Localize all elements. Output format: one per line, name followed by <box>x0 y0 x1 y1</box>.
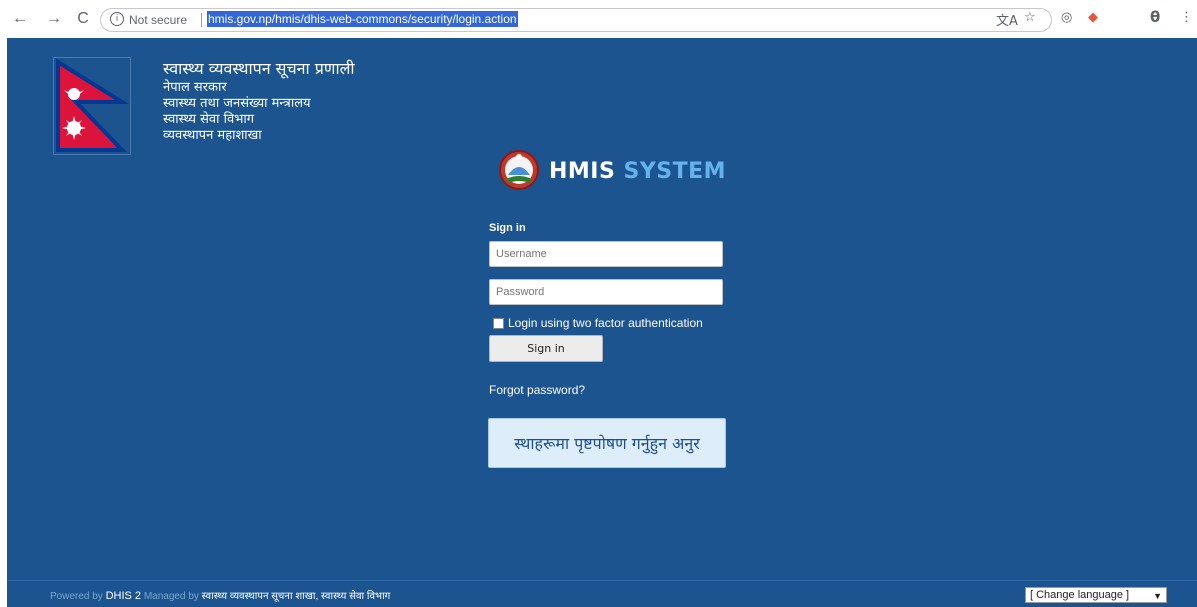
address-separator <box>201 13 202 27</box>
dhis-link[interactable]: DHIS 2 <box>106 590 141 602</box>
menu-icon[interactable]: ⋮ <box>1180 10 1193 25</box>
security-label[interactable]: Not secure <box>129 13 187 27</box>
username-input[interactable] <box>489 241 723 267</box>
powered-by-label: Powered by <box>50 591 103 602</box>
header-line-4: व्यवस्थापन महाशाखा <box>163 128 262 143</box>
header-line-2: स्वास्थ्य तथा जनसंख्या मन्त्रालय <box>163 96 311 111</box>
footer-credits: Powered by DHIS 2 Managed by स्वास्थ्य व… <box>50 588 390 602</box>
managed-by-label: Managed by <box>143 591 199 602</box>
manager-link[interactable]: स्वास्थ्य व्यवस्थापन सूचना शाखा, स्वास्थ… <box>202 591 391 602</box>
header-line-1: नेपाल सरकार <box>163 80 227 95</box>
password-input[interactable] <box>489 279 723 305</box>
address-bar[interactable]: i Not secure hmis.gov.np/hmis/dhis-web-c… <box>100 8 1052 32</box>
emblem-icon <box>498 149 540 191</box>
browser-toolbar: ← → C i Not secure hmis.gov.np/hmis/dhis… <box>0 0 1197 38</box>
signin-button[interactable]: Sign in <box>489 335 603 362</box>
language-select[interactable]: [ Change language ] ▼ <box>1025 587 1167 603</box>
forward-icon[interactable]: → <box>44 9 64 29</box>
reload-icon[interactable]: C <box>73 9 93 29</box>
translate-icon[interactable]: 文A <box>996 10 1018 29</box>
two-factor-checkbox[interactable] <box>493 317 504 329</box>
nepal-flag-icon <box>53 57 131 155</box>
profile-icon[interactable]: θ <box>1150 8 1160 26</box>
brand-name: HMIS SYSTEM <box>549 159 726 184</box>
language-select-label[interactable]: [ Change language ] <box>1030 589 1129 601</box>
system-title: स्वास्थ्य व्यवस्थापन सूचना प्रणाली <box>163 59 355 78</box>
chevron-down-icon[interactable]: ▼ <box>1153 589 1162 603</box>
back-icon[interactable]: ← <box>10 9 30 29</box>
url-text[interactable]: hmis.gov.np/hmis/dhis-web-commons/securi… <box>207 11 518 27</box>
info-icon[interactable]: i <box>110 12 124 26</box>
page-footer: Powered by DHIS 2 Managed by स्वास्थ्य व… <box>7 580 1197 607</box>
signin-heading: Sign in <box>489 222 526 234</box>
star-icon[interactable]: ☆ <box>1024 10 1036 25</box>
two-factor-label[interactable]: Login using two factor authentication <box>508 316 703 330</box>
brand-name-part1: HMIS <box>549 159 616 184</box>
two-factor-option[interactable]: Login using two factor authentication <box>493 316 703 330</box>
ministry-header: स्वास्थ्य व्यवस्थापन सूचना प्रणाली नेपाल… <box>163 58 355 144</box>
login-page: स्वास्थ्य व्यवस्थापन सूचना प्रणाली नेपाल… <box>7 38 1197 580</box>
extension2-icon[interactable]: ◆ <box>1088 10 1098 25</box>
brand-name-part2: SYSTEM <box>623 159 727 184</box>
feedback-button[interactable]: स्थाहरूमा पृष्टपोषण गर्नुहुन अनुर <box>488 418 726 468</box>
extension-icon[interactable]: ◎ <box>1061 10 1072 25</box>
header-line-3: स्वास्थ्य सेवा विभाग <box>163 112 255 127</box>
forgot-password-link[interactable]: Forgot password? <box>489 383 585 397</box>
